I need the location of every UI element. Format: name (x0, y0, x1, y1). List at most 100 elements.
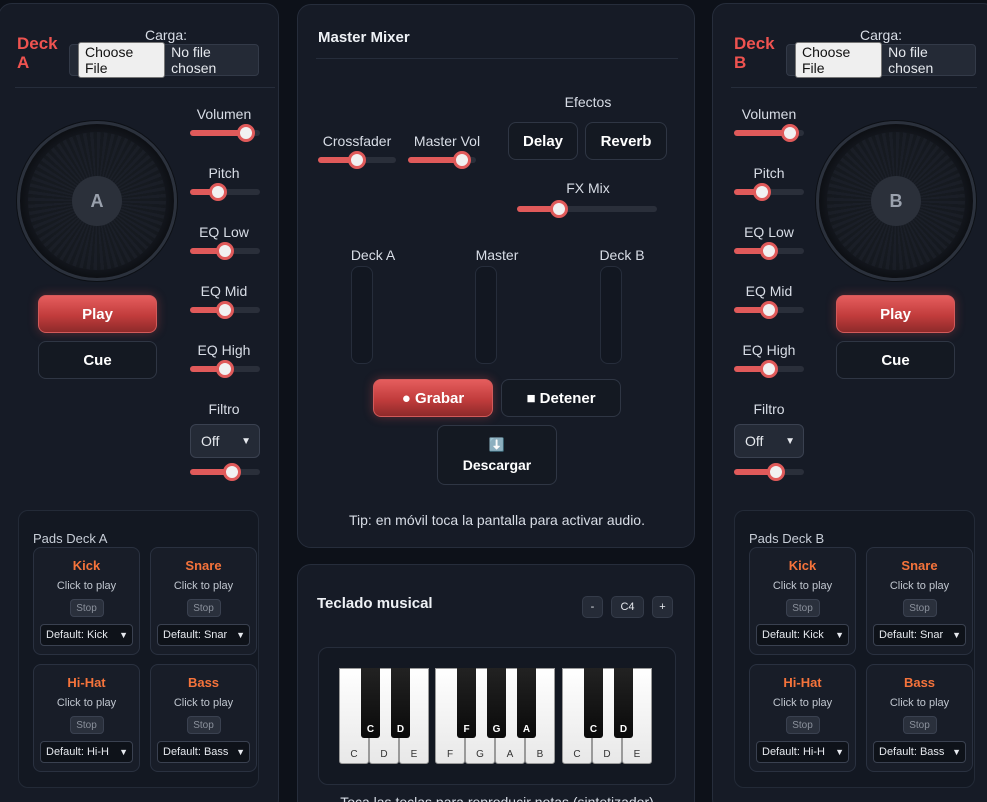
deck-b-volume-slider[interactable] (734, 124, 804, 142)
deck-b-filter-slider[interactable] (734, 463, 804, 481)
pad-stop-button[interactable]: Stop (69, 599, 104, 617)
black-key[interactable]: G (487, 668, 506, 738)
deck-b-eq-mid-slider[interactable] (734, 301, 804, 319)
pad-name: Snare (901, 558, 938, 573)
deck-a-choose-file-button[interactable]: Choose File (78, 42, 166, 78)
mobile-tip: Tip: en móvil toca la pantalla para acti… (349, 512, 645, 528)
deck-b-jog-wheel[interactable]: B (816, 121, 976, 281)
black-key[interactable]: A (517, 668, 536, 738)
deck-b-filter-label: Filtro (753, 401, 785, 417)
pad-sample-select[interactable]: Default: Hi-H ▼ (756, 741, 849, 763)
deck-b-eq-mid-label: EQ Mid (745, 283, 793, 299)
deck-b-pitch-slider[interactable] (734, 183, 804, 201)
meter-deck-b (600, 266, 622, 364)
chevron-down-icon: ▼ (833, 747, 844, 757)
crossfader-slider[interactable] (318, 151, 396, 169)
key-label: G (492, 724, 501, 735)
pad-sample-value: Default: Kick (762, 629, 824, 641)
deck-a-play-button[interactable]: Play (38, 295, 157, 333)
master-divider (316, 58, 678, 59)
black-key[interactable]: C (584, 668, 603, 738)
deck-a-eq-low-slider[interactable] (190, 242, 260, 260)
deck-a-pad-kick[interactable]: Kick Click to play Stop Default: Kick ▼ (33, 547, 140, 655)
deck-a-eq-low-label: EQ Low (199, 224, 249, 240)
deck-a-eq-mid-slider[interactable] (190, 301, 260, 319)
octave-up-button[interactable]: + (652, 596, 673, 618)
pad-stop-button[interactable]: Stop (186, 716, 221, 734)
deck-b-pad-hihat[interactable]: Hi-Hat Click to play Stop Default: Hi-H ▼ (749, 664, 856, 772)
deck-b-eq-low-slider[interactable] (734, 242, 804, 260)
deck-a-eq-high-slider[interactable] (190, 360, 260, 378)
pad-stop-button[interactable]: Stop (785, 599, 820, 617)
meter-master-label: Master (475, 247, 519, 263)
keyboard-panel: Teclado musical - C4 + C D E F G A B C D… (297, 564, 695, 802)
piano-keys: C D E F G A B C D E C D F G A C D (339, 668, 659, 766)
delay-button[interactable]: Delay (508, 122, 578, 160)
deck-a-cue-button[interactable]: Cue (38, 341, 157, 379)
deck-b-pitch-label: Pitch (753, 165, 785, 181)
deck-b-pad-snare[interactable]: Snare Click to play Stop Default: Snar ▼ (866, 547, 973, 655)
pad-sample-value: Default: Kick (46, 629, 108, 641)
pad-sample-value: Default: Bass (163, 746, 229, 758)
octave-down-button[interactable]: - (582, 596, 603, 618)
chevron-down-icon: ▼ (234, 747, 245, 757)
black-key[interactable]: C (361, 668, 380, 738)
chevron-down-icon: ▼ (117, 747, 128, 757)
deck-a-pad-hihat[interactable]: Hi-Hat Click to play Stop Default: Hi-H ▼ (33, 664, 140, 772)
deck-a-filter-select[interactable]: Off ▼ (190, 424, 260, 458)
deck-a-jog-wheel[interactable]: A (17, 121, 177, 281)
fx-mix-slider[interactable] (517, 200, 657, 218)
pad-sample-select[interactable]: Default: Snar ▼ (873, 624, 966, 646)
chevron-down-icon: ▼ (117, 630, 128, 640)
pad-stop-button[interactable]: Stop (785, 716, 820, 734)
download-button[interactable]: ⬇️ Descargar (437, 425, 557, 485)
deck-b-eq-high-label: EQ High (742, 342, 796, 358)
black-key[interactable]: D (391, 668, 410, 738)
deck-a-file-input[interactable]: Choose File No file chosen (69, 42, 259, 78)
key-label: F (463, 724, 470, 735)
pad-sample-select[interactable]: Default: Bass ▼ (157, 741, 250, 763)
pad-sample-select[interactable]: Default: Bass ▼ (873, 741, 966, 763)
deck-a-filter-slider[interactable] (190, 463, 260, 481)
pad-name: Hi-Hat (67, 675, 106, 690)
deck-a-volume-slider[interactable] (190, 124, 260, 142)
deck-b-pad-bass[interactable]: Bass Click to play Stop Default: Bass ▼ (866, 664, 973, 772)
pad-sample-select[interactable]: Default: Hi-H ▼ (40, 741, 133, 763)
black-key[interactable]: D (614, 668, 633, 738)
deck-a-eq-mid-label: EQ Mid (200, 283, 248, 299)
stop-recording-button[interactable]: ■ Detener (501, 379, 621, 417)
deck-b-play-button[interactable]: Play (836, 295, 955, 333)
deck-b-filter-select[interactable]: Off ▼ (734, 424, 804, 458)
pad-sample-select[interactable]: Default: Kick ▼ (756, 624, 849, 646)
deck-a-title-line1: Deck (17, 34, 58, 53)
master-vol-label: Master Vol (413, 133, 481, 149)
deck-b-pad-kick[interactable]: Kick Click to play Stop Default: Kick ▼ (749, 547, 856, 655)
pad-stop-button[interactable]: Stop (902, 599, 937, 617)
pad-sample-select[interactable]: Default: Kick ▼ (40, 624, 133, 646)
deck-a-pad-bass[interactable]: Bass Click to play Stop Default: Bass ▼ (150, 664, 257, 772)
pad-hint: Click to play (56, 697, 117, 709)
key-label: D (380, 749, 388, 760)
deck-a-pad-snare[interactable]: Snare Click to play Stop Default: Snar ▼ (150, 547, 257, 655)
deck-b-volume-label: Volumen (741, 106, 797, 122)
deck-b-eq-high-slider[interactable] (734, 360, 804, 378)
master-vol-slider[interactable] (408, 151, 476, 169)
pad-sample-select[interactable]: Default: Snar ▼ (157, 624, 250, 646)
deck-a-volume-label: Volumen (196, 106, 252, 122)
deck-b-file-input[interactable]: Choose File No file chosen (786, 42, 976, 78)
deck-b-panel: Deck B Carga: Choose File No file chosen… (712, 3, 987, 802)
deck-b-pads-title: Pads Deck B (749, 531, 825, 546)
deck-a-pitch-slider[interactable] (190, 183, 260, 201)
chevron-down-icon: ▼ (785, 435, 795, 447)
pad-stop-button[interactable]: Stop (186, 599, 221, 617)
deck-a-divider (15, 87, 275, 88)
pad-stop-button[interactable]: Stop (69, 716, 104, 734)
record-button[interactable]: ● Grabar (373, 379, 493, 417)
black-key[interactable]: F (457, 668, 476, 738)
pad-stop-button[interactable]: Stop (902, 716, 937, 734)
deck-b-choose-file-button[interactable]: Choose File (795, 42, 883, 78)
key-label: A (522, 724, 531, 735)
reverb-button[interactable]: Reverb (585, 122, 667, 160)
deck-b-cue-button[interactable]: Cue (836, 341, 955, 379)
pad-hint: Click to play (173, 697, 234, 709)
